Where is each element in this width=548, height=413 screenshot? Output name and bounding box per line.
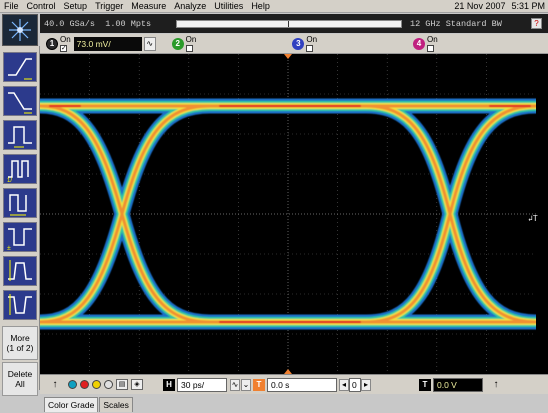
channel-3-toggle[interactable]: On [306, 34, 318, 52]
channel-3-badge[interactable]: 3 [292, 37, 305, 50]
channel-3-on-label: On [306, 34, 318, 44]
rise-time-icon [8, 260, 32, 281]
channel-1-control: 1 On ✓ 73.0 mV/ ∿ [40, 34, 156, 52]
menu-trigger[interactable]: Trigger [91, 0, 127, 13]
channel-2-badge[interactable]: 2 [171, 37, 184, 50]
channel-1-checkbox[interactable]: ✓ [60, 44, 67, 52]
channel-1-on-label: On [60, 34, 71, 44]
menu-analyze[interactable]: Analyze [170, 0, 210, 13]
tab-bar: Color Grade Scales [40, 394, 548, 412]
eye-diagram [40, 54, 536, 374]
positive-pulse-button[interactable] [3, 120, 37, 150]
measurement-toolbar: 1/ ± More (1 of 2) Delete All [0, 46, 40, 396]
channel-4-toggle[interactable]: On [427, 34, 438, 52]
channel-3-checkbox[interactable] [306, 44, 314, 52]
memory-depth: 1.00 Mpts [105, 18, 152, 29]
delay-badge: T [253, 378, 265, 391]
more-label: More [10, 333, 30, 343]
clear-display-icon[interactable]: ◈ [131, 379, 143, 390]
delete-sub-label: All [15, 379, 25, 389]
delay-field[interactable]: 0.0 s [267, 377, 337, 392]
svg-text:1/: 1/ [7, 178, 12, 183]
channel-1-coupling-button[interactable]: ∿ [143, 36, 156, 51]
svg-text:↲T: ↲T [528, 214, 538, 223]
channel-3-control: 3 On [286, 34, 318, 52]
record-position-thumb[interactable] [288, 20, 289, 27]
menu-setup[interactable]: Setup [60, 0, 92, 13]
menu-measure[interactable]: Measure [127, 0, 170, 13]
channel-1-toggle[interactable]: On ✓ [60, 34, 71, 52]
tab-scales[interactable]: Scales [99, 397, 133, 412]
channel-2-toggle[interactable]: On [185, 34, 197, 52]
scroll-up-arrow-icon-2[interactable]: ↑ [491, 379, 501, 390]
channel-2-on-label: On [185, 34, 197, 44]
more-button[interactable]: More (1 of 2) [2, 326, 38, 360]
period-icon [9, 194, 27, 216]
delete-all-button[interactable]: Delete All [2, 362, 38, 396]
menu-date: 21 Nov 2007 [454, 1, 506, 11]
fall-time-button[interactable] [3, 290, 37, 320]
menu-time: 5:31 PM [511, 1, 545, 11]
menu-control[interactable]: Control [23, 0, 60, 13]
channel-4-on-label: On [427, 34, 438, 44]
waveform-display[interactable] [40, 54, 536, 374]
trigger-level-icon: ↲T [528, 214, 538, 223]
svg-text:±: ± [7, 245, 11, 251]
tab-color-grade[interactable]: Color Grade [44, 397, 99, 412]
timebase-field[interactable]: 30 ps/ [177, 377, 227, 392]
time-scale-button[interactable]: ⌄ [241, 378, 251, 391]
pulse-width-icon: 1/ [7, 160, 29, 184]
bottom-control-bar: ↑ ▤ ◈ H 30 ps/ ∿ ⌄ T 0.0 s ◂ 0 ▸ T 0.0 V… [40, 374, 548, 394]
help-button[interactable]: ? [531, 18, 542, 29]
period-button[interactable] [3, 188, 37, 218]
menu-help[interactable]: Help [247, 0, 274, 13]
rising-edge-icon [8, 58, 32, 80]
menu-file[interactable]: File [0, 0, 23, 13]
acquisition-status-bar: 40.0 GSa/s 1.00 Mpts 12 GHz Standard BW … [40, 14, 548, 33]
color-dot-red[interactable] [80, 380, 89, 389]
negative-pulse-icon: ± [7, 228, 32, 252]
more-page-label: (1 of 2) [6, 343, 34, 353]
channel-4-checkbox[interactable] [427, 44, 435, 52]
sample-rate: 40.0 GSa/s [44, 18, 96, 29]
menu-utilities[interactable]: Utilities [210, 0, 247, 13]
sample-rate-readout: 40.0 GSa/s 1.00 Mpts [40, 19, 176, 29]
color-dot-white[interactable] [104, 380, 113, 389]
trigger-level-field[interactable]: 0.0 V [433, 377, 483, 392]
record-position-track[interactable] [176, 19, 402, 28]
fall-time-icon [8, 294, 32, 315]
color-dot-cyan[interactable] [68, 380, 77, 389]
falling-edge-button[interactable] [3, 86, 37, 116]
pulse-width-button[interactable]: 1/ [3, 154, 37, 184]
trigger-position-marker [284, 54, 292, 59]
trigger-level-marker[interactable]: ↲T [528, 212, 544, 227]
horizontal-badge: H [163, 378, 175, 391]
agilent-logo[interactable] [2, 14, 38, 46]
rise-time-button[interactable] [3, 256, 37, 286]
channel-2-checkbox[interactable] [185, 44, 193, 52]
time-unit-button[interactable]: ∿ [230, 378, 240, 391]
menu-bar: File Control Setup Trigger Measure Analy… [0, 0, 548, 13]
agilent-spark-icon [9, 19, 31, 41]
rising-edge-button[interactable] [3, 52, 37, 82]
scroll-up-arrow-icon[interactable]: ↑ [50, 379, 60, 390]
channel-1-scale-field[interactable]: 73.0 mV/ [73, 36, 142, 51]
channel-2-control: 2 On [166, 34, 197, 52]
delay-right-arrow-icon[interactable]: ▸ [361, 378, 371, 391]
channel-1-badge[interactable]: 1 [46, 37, 58, 50]
bandwidth-readout: 12 GHz Standard BW [410, 18, 502, 29]
channel-4-badge[interactable]: 4 [413, 37, 426, 50]
negative-pulse-button[interactable]: ± [3, 222, 37, 252]
channel-4-control: 4 On [407, 34, 438, 52]
color-dot-yellow[interactable] [92, 380, 101, 389]
channel-bar: 1 On ✓ 73.0 mV/ ∿ 2 On 3 On 4 On [40, 34, 548, 54]
positive-pulse-icon [8, 126, 32, 148]
falling-edge-icon [8, 92, 32, 114]
delay-left-arrow-icon[interactable]: ◂ [339, 378, 349, 391]
print-icon[interactable]: ▤ [116, 379, 128, 390]
trigger-badge: T [419, 378, 431, 391]
delete-label: Delete [7, 369, 33, 379]
reference-field[interactable]: 0 [349, 377, 361, 392]
